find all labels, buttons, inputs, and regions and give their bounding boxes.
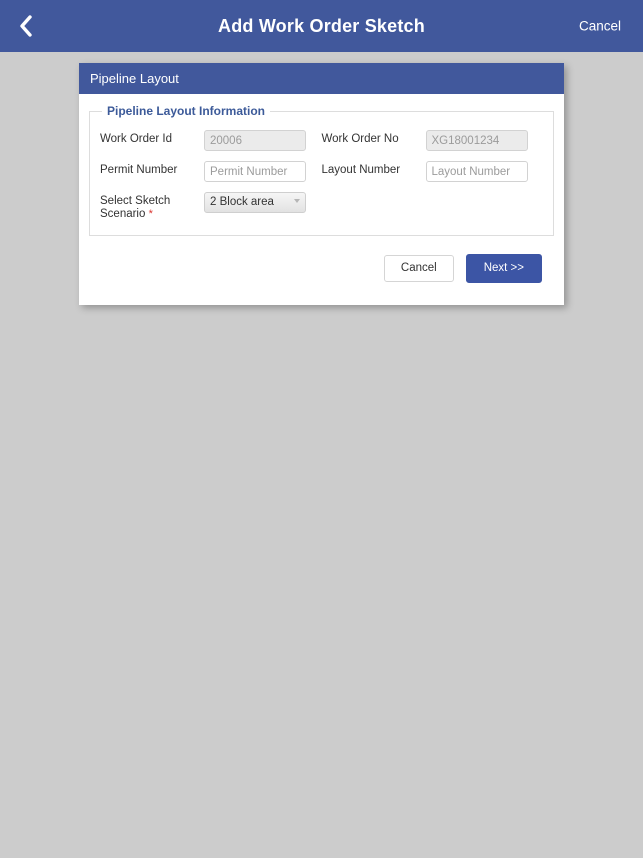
field-work-order-id: Work Order Id <box>100 130 322 151</box>
label-work-order-no: Work Order No <box>321 133 399 145</box>
label-work-order-id: Work Order Id <box>100 133 172 145</box>
form-row-2: Permit Number Layout Number <box>100 161 543 182</box>
group-legend: Pipeline Layout Information <box>107 104 266 118</box>
card-body: Pipeline Layout Information Work Order I… <box>79 94 564 305</box>
chevron-left-icon <box>19 15 33 37</box>
label-permit-number: Permit Number <box>100 164 178 176</box>
pipeline-layout-card: Pipeline Layout Pipeline Layout Informat… <box>79 63 564 305</box>
field-layout-number: Layout Number <box>322 161 544 182</box>
label-sketch-scenario-text: Select Sketch Scenario <box>100 195 171 220</box>
sketch-scenario-selected-value: 2 Block area <box>210 196 274 208</box>
page-title: Add Work Order Sketch <box>218 15 425 36</box>
form-row-1: Work Order Id Work Order No <box>100 130 543 151</box>
field-sketch-scenario: Select Sketch Scenario * 2 Block area <box>100 192 322 221</box>
card-footer: Cancel Next >> <box>89 236 554 287</box>
app-header: Add Work Order Sketch Cancel <box>0 0 643 52</box>
form-row-3: Select Sketch Scenario * 2 Block area <box>100 192 543 221</box>
back-button[interactable] <box>12 12 40 40</box>
next-button[interactable]: Next >> <box>465 254 542 283</box>
header-cancel-button[interactable]: Cancel <box>579 19 621 34</box>
label-sketch-scenario: Select Sketch Scenario * <box>100 192 204 221</box>
field-permit-number: Permit Number <box>100 161 322 182</box>
required-asterisk: * <box>148 208 153 220</box>
label-layout-number: Layout Number <box>321 164 401 176</box>
cancel-button[interactable]: Cancel <box>383 255 454 282</box>
card-header-title: Pipeline Layout <box>79 63 564 94</box>
sketch-scenario-select[interactable]: 2 Block area <box>204 192 306 213</box>
layout-number-input[interactable] <box>425 161 528 182</box>
work-order-id-input <box>204 130 306 151</box>
chevron-down-icon <box>294 199 300 203</box>
field-work-order-no: Work Order No <box>322 130 544 151</box>
permit-number-input[interactable] <box>204 161 306 182</box>
pipeline-layout-information-group: Pipeline Layout Information Work Order I… <box>89 104 554 236</box>
work-order-no-input <box>425 130 528 151</box>
